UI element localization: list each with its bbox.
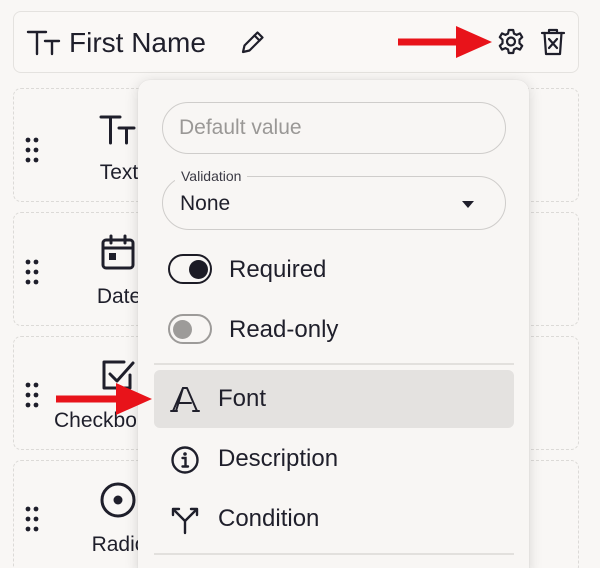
required-toggle[interactable] [168,254,212,284]
font-icon [170,387,200,412]
default-value-input[interactable] [162,102,506,154]
menu-item-font[interactable]: Font [154,370,514,428]
text-type-icon [26,30,61,56]
field-header-card[interactable]: First Name [13,11,579,73]
field-settings-menu: Validation None Required Read-only [138,80,529,568]
required-label: Required [229,256,327,283]
toggle-knob [173,320,192,339]
gear-icon[interactable] [496,27,526,57]
form-builder: First Name Text Date Checkbo Radio Defau… [0,0,600,568]
annotation-arrow-icon [398,26,492,58]
required-toggle-row[interactable]: Required [168,252,488,288]
text-type-icon [99,115,136,145]
trash-icon[interactable] [539,27,567,57]
validation-select[interactable]: Validation None [162,168,506,230]
validation-value: None [180,192,231,215]
radio-icon [100,482,136,518]
menu-item-condition[interactable]: Condition [154,490,514,548]
info-icon [171,446,199,474]
calendar-icon [101,234,135,270]
drag-handle-icon[interactable] [24,258,40,286]
toggle-knob [189,260,208,279]
drag-handle-icon[interactable] [24,136,40,164]
readonly-toggle-row[interactable]: Read-only [168,312,488,348]
menu-item-description[interactable]: Description [154,430,514,488]
annotation-arrow-icon [56,383,152,415]
field-title[interactable]: First Name [69,26,206,60]
readonly-label: Read-only [229,316,339,343]
readonly-toggle[interactable] [168,314,212,344]
validation-label: Validation [175,168,248,184]
menu-item-label: Font [218,385,267,412]
edit-pencil-icon[interactable] [238,27,268,57]
drag-handle-icon[interactable] [24,381,40,409]
drag-handle-icon[interactable] [24,505,40,533]
caret-down-icon [462,201,474,208]
menu-item-label: Condition [218,505,320,532]
menu-divider [154,363,514,365]
menu-item-label: Description [218,445,339,472]
branch-icon [171,507,199,535]
menu-divider [154,553,514,555]
